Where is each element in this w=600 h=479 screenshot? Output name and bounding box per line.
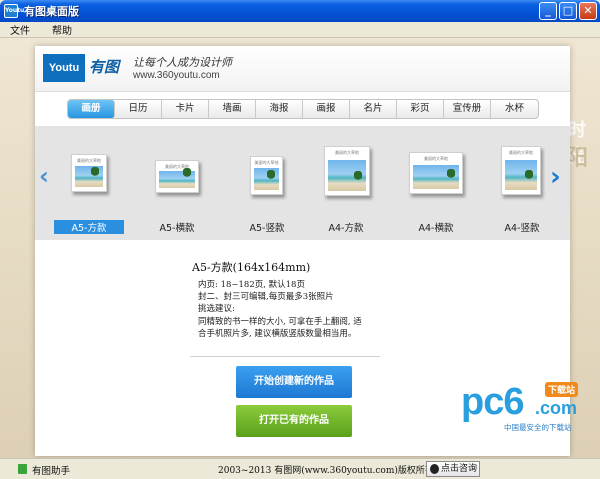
copyright-text: 2003~2013 有图网(www.360youtu.com)版权所有 <box>218 466 434 476</box>
detail-line: 合手机照片多, 建议横版竖版数量相当用。 <box>198 328 357 339</box>
product-thumbnail-a4-portrait[interactable]: 美丽的大草地 <box>501 146 541 195</box>
product-detail-title: A5-方款(164x164mm) <box>192 261 311 274</box>
menu-file[interactable]: 文件 <box>10 22 30 37</box>
detail-line: 内页: 18~182页, 默认18页 <box>198 280 305 290</box>
window-controls: _ □ ✕ <box>539 2 597 20</box>
status-bar: 有图助手 2003~2013 有图网(www.360youtu.com)版权所有… <box>0 458 600 479</box>
product-thumbnail-a5-square[interactable]: 美丽的大草地 <box>71 154 107 192</box>
product-label[interactable]: A5-横款 <box>142 220 212 234</box>
tab-color-page[interactable]: 彩页 <box>397 100 444 118</box>
helper-link[interactable]: 有图助手 <box>32 463 70 477</box>
detail-line: 挑选建议: <box>198 304 235 315</box>
main-panel: Youtu 有图 让每个人成为设计师 www.360youtu.com 画册 日… <box>35 46 579 456</box>
category-tabs: 画册 日历 卡片 墙画 海报 画报 名片 彩页 宣传册 水杯 <box>67 99 539 119</box>
pc6-watermark: pc6 .com 下载站 中国最安全的下载站 <box>461 382 600 442</box>
detail-line: 封二、封三可编辑,每页最多3张照片 <box>198 292 334 303</box>
workspace: 时光 阳 Youtu 有图 让每个人成为设计师 www.360youtu.com… <box>0 38 600 458</box>
minimize-button[interactable]: _ <box>539 2 557 20</box>
site-url: www.360youtu.com <box>133 70 220 81</box>
carousel-prev-arrow-icon[interactable]: ‹ <box>39 162 49 190</box>
panel-header: Youtu 有图 让每个人成为设计师 www.360youtu.com <box>35 46 570 92</box>
menu-bar: 文件 帮助 <box>0 22 600 38</box>
product-label[interactable]: A4-竖款 <box>487 220 557 234</box>
menu-help[interactable]: 帮助 <box>52 22 72 37</box>
tab-business-card[interactable]: 名片 <box>350 100 397 118</box>
product-label[interactable]: A5-方款 <box>54 220 124 234</box>
consult-button[interactable]: 点击咨询 <box>426 461 480 477</box>
tab-card[interactable]: 卡片 <box>162 100 209 118</box>
open-existing-work-button[interactable]: 打开已有的作品 <box>236 405 352 437</box>
youtu-logo: Youtu <box>43 54 85 82</box>
divider <box>190 356 380 357</box>
product-thumbnail-a5-landscape[interactable]: 美丽的大草地 <box>155 160 199 193</box>
carousel-next-arrow-icon[interactable]: › <box>550 162 561 192</box>
tab-mug[interactable]: 水杯 <box>491 100 538 118</box>
watermark-brand: pc6 <box>461 381 524 423</box>
logo-chinese: 有图 <box>89 58 120 76</box>
slogan: 让每个人成为设计师 <box>133 56 232 69</box>
tab-brochure[interactable]: 宣传册 <box>444 100 491 118</box>
product-thumbnail-a5-portrait[interactable]: 美丽的大草地 <box>250 156 283 195</box>
title-bar: Youtu 有图桌面版 _ □ ✕ <box>0 0 600 22</box>
close-button[interactable]: ✕ <box>579 2 597 20</box>
product-label[interactable]: A5-竖款 <box>232 220 302 234</box>
product-carousel: ‹ › 美丽的大草地 A5-方款 美丽的大草地 A5-横款 美丽的大草地 A5-… <box>35 126 570 240</box>
watermark-tagline: 中国最安全的下载站 <box>504 423 572 432</box>
consult-label: 点击咨询 <box>441 464 478 474</box>
tab-poster[interactable]: 海报 <box>256 100 303 118</box>
maximize-button[interactable]: □ <box>559 2 577 20</box>
watermark-badge: 下载站 <box>545 382 579 397</box>
tab-wall-painting[interactable]: 墙画 <box>209 100 256 118</box>
app-icon: Youtu <box>4 4 24 18</box>
product-thumbnail-a4-landscape[interactable]: 美丽的大草地 <box>409 152 463 194</box>
watermark-domain: .com <box>535 398 578 418</box>
speaker-icon[interactable] <box>18 464 27 474</box>
window-title: 有图桌面版 <box>24 5 79 18</box>
product-label[interactable]: A4-方款 <box>311 220 381 234</box>
tab-album[interactable]: 画册 <box>68 100 115 118</box>
detail-line: 同精致的书一样的大小, 可拿在手上翻阅, 适 <box>198 316 362 327</box>
product-detail-description: 内页: 18~182页, 默认18页 封二、封三可编辑,每页最多3张照片 挑选建… <box>198 279 398 340</box>
qq-icon <box>430 464 439 474</box>
product-label[interactable]: A4-横款 <box>401 220 471 234</box>
tab-pictorial[interactable]: 画报 <box>303 100 350 118</box>
product-thumbnail-a4-square[interactable]: 美丽的大草地 <box>324 146 370 196</box>
create-new-work-button[interactable]: 开始创建新的作品 <box>236 366 352 398</box>
tab-calendar[interactable]: 日历 <box>115 100 162 118</box>
